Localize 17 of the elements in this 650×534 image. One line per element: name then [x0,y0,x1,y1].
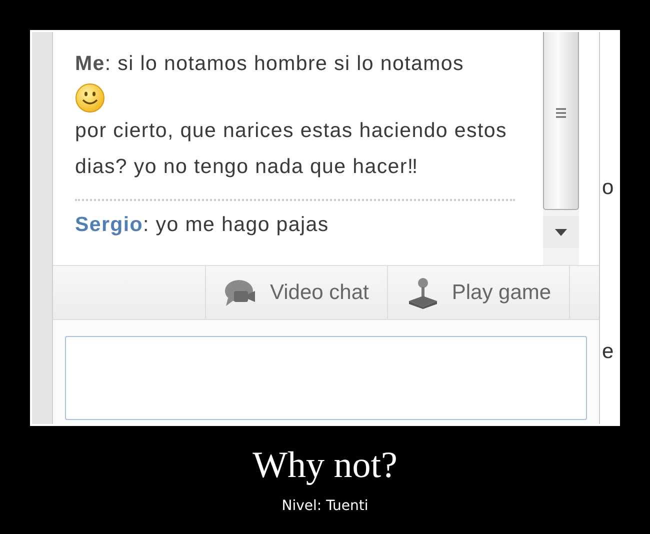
smiley-icon [75,83,105,113]
poster-subtitle: Nivel: Tuenti [280,498,370,514]
scrollbar[interactable] [543,32,579,265]
caret-down-icon [555,228,567,236]
cut-text: e [602,340,614,364]
camera-bubble-icon [224,278,258,308]
chat-message: Sergio: yo me hago pajas [75,212,330,238]
poster-title: Why not? [252,444,398,488]
message-input[interactable] [65,336,587,420]
grip-icon [555,107,567,119]
chat-message: Me: si lo notamos hombre si lo notamos [75,51,465,77]
video-chat-button[interactable]: Video chat [206,266,388,319]
scroll-down-button[interactable] [543,216,579,248]
play-game-button[interactable]: Play game [388,266,570,319]
scroll-thumb[interactable] [543,32,579,210]
chat-message: por cierto, que narices estas haciendo estos dias? yo no tengo nada que hacer‼ [75,118,508,180]
cut-text: o [602,176,614,200]
